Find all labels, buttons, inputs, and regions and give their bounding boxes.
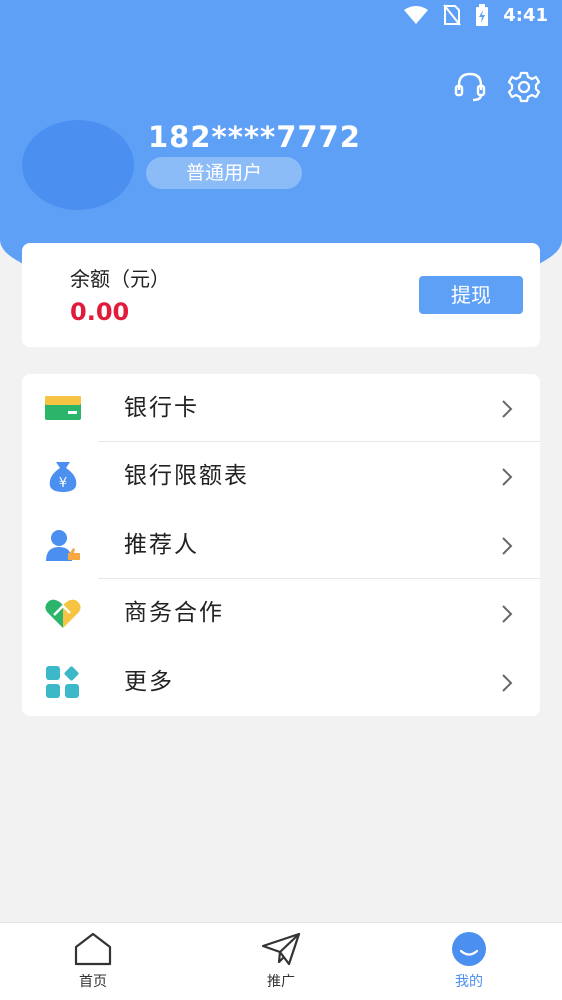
chevron-right-icon [502,605,513,623]
nav-promote[interactable]: 推广 [221,923,341,1000]
bank-card-icon [45,396,81,420]
withdraw-button[interactable]: 提现 [419,276,523,314]
no-sim-icon [443,4,461,26]
menu-item-bank-card[interactable]: 银行卡 [22,374,540,443]
home-icon [74,932,112,966]
nav-label: 推广 [267,974,295,990]
balance-label: 余额（元） [70,267,170,291]
menu-item-label: 银行卡 [124,395,199,421]
menu-item-bank-limits[interactable]: ¥ 银行限额表 [22,442,540,510]
money-bag-icon: ¥ [49,462,77,493]
nav-mine[interactable]: 我的 [409,923,529,1000]
chevron-right-icon [502,400,513,418]
menu-item-business[interactable]: 商务合作 [22,579,540,647]
user-level-badge: 普通用户 [146,157,302,189]
menu-item-label: 银行限额表 [124,463,249,490]
nav-home[interactable]: 首页 [33,923,153,1000]
wifi-icon [404,6,429,24]
chevron-right-icon [502,673,513,692]
bottom-nav: 首页 推广 我的 [0,922,562,1000]
menu-list: 银行卡 ¥ 银行限额表 推荐人 商务合作 更多 [22,374,540,716]
menu-item-label: 推荐人 [124,531,199,558]
gear-icon[interactable] [507,70,541,104]
balance-value: 0.00 [70,298,130,326]
nav-label: 首页 [79,974,107,990]
menu-item-label: 商务合作 [124,600,224,627]
grid-more-icon [46,665,79,698]
balance-card: 余额（元） 0.00 提现 [22,243,540,347]
handshake-heart-icon [45,599,81,629]
avatar[interactable] [22,120,134,210]
menu-item-more[interactable]: 更多 [22,648,540,716]
svg-text:¥: ¥ [59,476,67,491]
chevron-right-icon [502,468,513,487]
status-bar: 4:41 [0,0,562,34]
referrer-icon [46,529,80,561]
menu-item-label: 更多 [124,668,174,695]
paper-plane-icon [261,932,301,966]
battery-charging-icon [476,4,489,26]
headset-icon[interactable] [453,70,487,104]
chevron-right-icon [502,537,513,555]
nav-label: 我的 [455,974,483,990]
menu-item-referrer[interactable]: 推荐人 [22,511,540,580]
status-time: 4:41 [503,4,548,26]
user-phone: 182****7772 [148,120,361,154]
profile-face-icon [452,932,486,966]
